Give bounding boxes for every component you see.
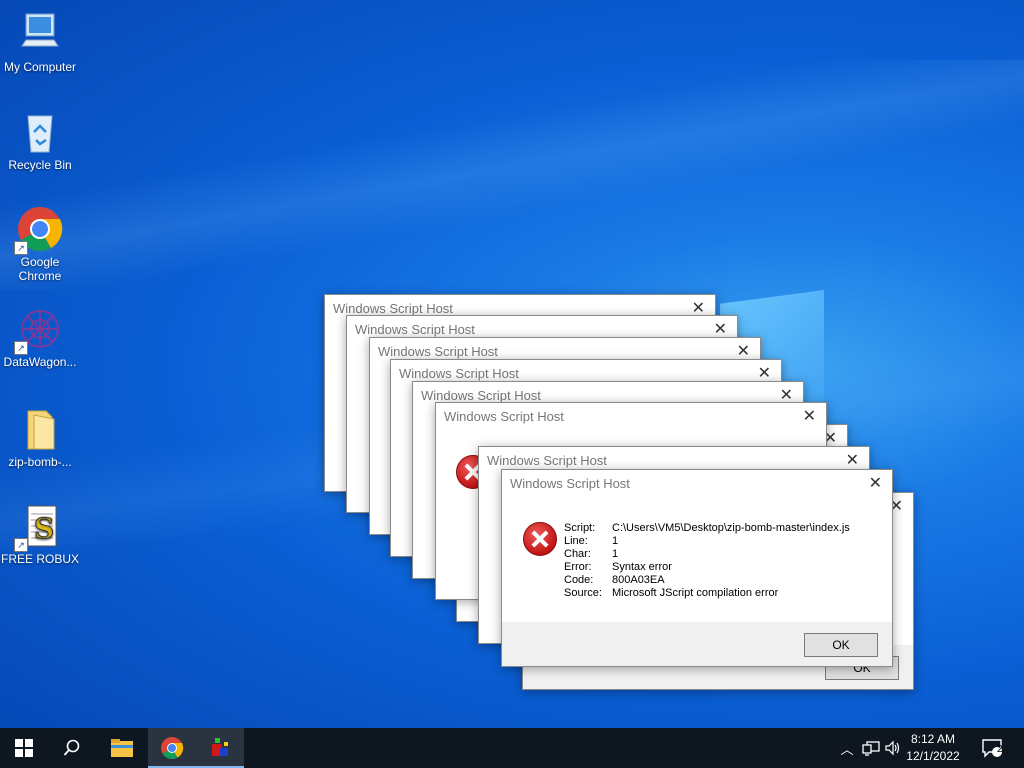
file-explorer-icon xyxy=(111,739,133,757)
search-icon xyxy=(63,739,80,756)
taskbar-running-app[interactable] xyxy=(196,728,244,768)
detail-key: Error: xyxy=(564,561,592,573)
detail-key: Script: xyxy=(564,522,596,534)
network-icon[interactable] xyxy=(862,740,880,756)
taskbar-file-explorer[interactable] xyxy=(98,728,146,768)
detail-row-char: Char: 1 xyxy=(564,548,850,561)
dialog-title: Windows Script Host xyxy=(487,453,607,468)
dialog-titlebar[interactable]: Windows Script Host ✕ xyxy=(436,403,826,433)
dialog-title: Windows Script Host xyxy=(355,322,475,337)
desktop-icon-label: FREE ROBUX xyxy=(0,552,79,566)
detail-key: Char: xyxy=(564,548,591,560)
detail-key: Line: xyxy=(564,535,588,547)
detail-row-source: Source: Microsoft JScript compilation err… xyxy=(564,587,850,600)
detail-key: Source: xyxy=(564,587,602,599)
detail-row-line: Line: 1 xyxy=(564,535,850,548)
desktop-icon-label: DataWagon... xyxy=(3,355,77,369)
recycle-bin-icon xyxy=(16,108,64,156)
taskbar-clock[interactable]: 8:12 AM 12/1/2022 xyxy=(898,731,968,765)
detail-row-script: Script: C:\Users\VM5\Desktop\zip-bomb-mas… xyxy=(564,522,850,535)
taskbar-chrome[interactable] xyxy=(148,728,196,768)
error-details: Script: C:\Users\VM5\Desktop\zip-bomb-mas… xyxy=(564,522,850,600)
desktop-icon-datawagon[interactable]: ↗ DataWagon... xyxy=(0,305,80,369)
dialog-title: Windows Script Host xyxy=(421,388,541,403)
chrome-icon xyxy=(161,737,184,759)
desktop-icon-label: My Computer xyxy=(3,60,77,74)
dialog-titlebar[interactable]: Windows Script Host ✕ xyxy=(502,470,892,500)
dialog-title: Windows Script Host xyxy=(510,476,630,491)
wallpaper-beam xyxy=(0,60,1024,290)
detail-value: C:\Users\VM5\Desktop\zip-bomb-master\ind… xyxy=(612,522,850,534)
detail-value: Microsoft JScript compilation error xyxy=(612,587,779,599)
desktop-icon-label: zip-bomb-... xyxy=(8,455,72,469)
detail-key: Code: xyxy=(564,574,594,586)
detail-value: 1 xyxy=(612,548,619,560)
dialog-title: Windows Script Host xyxy=(333,301,453,316)
desktop-icon-my-computer[interactable]: My Computer xyxy=(0,10,80,74)
folder-icon xyxy=(16,405,64,453)
dialog-title: Windows Script Host xyxy=(444,409,564,424)
detail-value: 800A03EA xyxy=(612,574,665,586)
datawagon-icon: ↗ xyxy=(14,305,64,355)
dialog-title: Windows Script Host xyxy=(378,344,498,359)
notifications-button[interactable]: 2 xyxy=(970,728,1014,768)
start-button[interactable] xyxy=(0,728,48,768)
detail-row-error: Error: Syntax error xyxy=(564,561,850,574)
close-icon[interactable]: ✕ xyxy=(869,470,882,498)
clock-date: 12/1/2022 xyxy=(906,749,960,763)
detail-value: 1 xyxy=(612,535,619,547)
desktop-icon-google-chrome[interactable]: ↗ Google Chrome xyxy=(0,205,80,283)
notification-count: 2 xyxy=(997,744,1003,755)
taskbar: ︿ 8:12 AM 12/1/2022 2 xyxy=(0,728,1024,768)
windows-icon xyxy=(15,739,33,757)
search-button[interactable] xyxy=(48,728,96,768)
shortcut-arrow-icon: ↗ xyxy=(14,341,28,355)
close-icon[interactable]: ✕ xyxy=(803,403,816,431)
script-file-icon: S ↗ xyxy=(14,502,64,552)
detail-row-code: Code: 800A03EA xyxy=(564,574,850,587)
chevron-up-icon[interactable]: ︿ xyxy=(838,739,856,758)
detail-value: Syntax error xyxy=(612,561,672,573)
ok-button[interactable]: OK xyxy=(804,633,878,657)
error-icon xyxy=(523,522,557,556)
chrome-icon: ↗ xyxy=(14,205,64,255)
dialog-title: Windows Script Host xyxy=(399,366,519,381)
svg-text:S: S xyxy=(34,512,54,545)
shortcut-arrow-icon: ↗ xyxy=(14,241,28,255)
error-dialog-front[interactable]: Windows Script Host ✕ Script: C:\Users\VM5… xyxy=(501,469,893,667)
clock-time: 8:12 AM xyxy=(910,732,956,746)
system-tray: ︿ xyxy=(838,728,902,768)
desktop-icon-recycle-bin[interactable]: Recycle Bin xyxy=(0,108,80,172)
shortcut-arrow-icon: ↗ xyxy=(14,538,28,552)
desktop-icon-label: Google Chrome xyxy=(18,255,62,283)
app-icon xyxy=(212,738,228,756)
desktop-icon-label: Recycle Bin xyxy=(8,158,72,172)
computer-icon xyxy=(16,10,64,58)
desktop-icon-free-robux[interactable]: S ↗ FREE ROBUX xyxy=(0,502,80,566)
desktop-icon-zip-bomb-folder[interactable]: zip-bomb-... xyxy=(0,405,80,469)
